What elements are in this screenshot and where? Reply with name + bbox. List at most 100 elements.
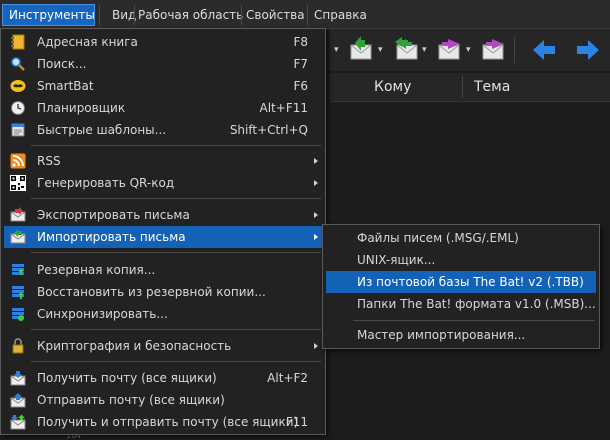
- get-all-mail-toolbar-icon[interactable]: [392, 36, 420, 64]
- menu-separator: [31, 361, 321, 362]
- menu-item-shortcut: F7: [293, 57, 308, 71]
- column-to[interactable]: Кому: [374, 73, 411, 101]
- menu-item-backup[interactable]: Резервная копия...: [4, 259, 322, 281]
- menu-item-get-send-mail[interactable]: Получить и отправить почту (все ящики) F…: [4, 411, 322, 433]
- toolbar-separator: [514, 37, 515, 63]
- dropdown-caret-icon[interactable]: ▾: [378, 45, 383, 55]
- menu-separator: [31, 329, 321, 330]
- arrow-right-icon[interactable]: [574, 36, 602, 64]
- menu-item-label: Адресная книга: [37, 35, 138, 49]
- scheduler-clock-icon: [11, 101, 25, 115]
- backup-icon: [12, 264, 24, 275]
- submenu-item-thebat-v1-msb[interactable]: Папки The Bat! формата v1.0 (.MSB)...: [326, 293, 596, 315]
- export-letters-icon: [10, 207, 26, 222]
- send-mail-toolbar-icon[interactable]: [436, 36, 464, 64]
- submenu-item-label: Папки The Bat! формата v1.0 (.MSB)...: [357, 297, 596, 311]
- restore-backup-icon: [12, 286, 24, 299]
- menu-item-search[interactable]: Поиск... F7: [4, 53, 322, 75]
- get-mail-toolbar-icon[interactable]: [348, 36, 376, 64]
- menu-item-crypto-security[interactable]: Криптография и безопасность: [4, 335, 322, 357]
- smartbat-icon: [10, 80, 26, 92]
- arrow-left-icon[interactable]: [530, 36, 558, 64]
- message-list-header: Кому Тема: [330, 73, 610, 102]
- submenu-arrow-icon: [314, 234, 318, 240]
- menu-item-label: Планировщик: [37, 101, 126, 115]
- get-mail-icon: [10, 371, 26, 386]
- import-letters-submenu: Файлы писем (.MSG/.EML) UNIX-ящик... Из …: [322, 224, 600, 349]
- address-book-icon: [11, 34, 25, 50]
- quick-templates-icon: [11, 123, 25, 137]
- dropdown-caret-icon[interactable]: ▾: [466, 45, 471, 55]
- menu-item-sync[interactable]: Синхронизировать...: [4, 303, 322, 325]
- menu-item-shortcut: Shift+Ctrl+Q: [229, 123, 308, 137]
- dropdown-caret-icon[interactable]: ▾: [422, 45, 427, 55]
- column-divider[interactable]: [462, 76, 463, 98]
- submenu-item-label: Файлы писем (.MSG/.EML): [357, 231, 519, 245]
- menu-item-shortcut: Alt+F11: [259, 101, 308, 115]
- send-queued-toolbar-icon[interactable]: [480, 36, 508, 64]
- menu-separator: [31, 252, 321, 253]
- menu-item-get-mail[interactable]: Получить почту (все ящики) Alt+F2: [4, 367, 322, 389]
- menu-workspace[interactable]: Рабочая область: [132, 4, 249, 26]
- dropdown-caret-icon[interactable]: ▾: [334, 45, 339, 55]
- menu-item-label: Поиск...: [37, 57, 87, 71]
- menu-item-label: Резервная копия...: [37, 263, 156, 277]
- menu-item-label: Получить почту (все ящики): [37, 371, 217, 385]
- submenu-arrow-icon: [314, 343, 318, 349]
- submenu-item-import-wizard[interactable]: Мастер импортирования...: [326, 324, 596, 346]
- menu-item-label: RSS: [37, 154, 61, 168]
- submenu-item-unix-mailbox[interactable]: UNIX-ящик...: [326, 249, 596, 271]
- menu-item-label: Восстановить из резервной копии...: [37, 285, 266, 299]
- menubar: Инструменты Вид Рабочая область Свойства…: [0, 0, 610, 29]
- tools-menu: Адресная книга F8 Поиск... F7 SmartBat F…: [0, 28, 326, 435]
- submenu-item-label: UNIX-ящик...: [357, 253, 436, 267]
- toolbar: ▾ ▾ ▾ ▾: [330, 29, 610, 71]
- submenu-item-label: Из почтовой базы The Bat! v2 (.TBB): [357, 275, 584, 289]
- submenu-arrow-icon: [314, 180, 318, 186]
- menu-tools[interactable]: Инструменты: [2, 4, 95, 26]
- column-subject[interactable]: Тема: [474, 73, 510, 101]
- menu-item-address-book[interactable]: Адресная книга F8: [4, 31, 322, 53]
- send-mail-icon: [10, 393, 26, 408]
- import-letters-icon: [10, 229, 26, 244]
- menu-item-scheduler[interactable]: Планировщик Alt+F11: [4, 97, 322, 119]
- menu-item-smartbat[interactable]: SmartBat F6: [4, 75, 322, 97]
- submenu-item-label: Мастер импортирования...: [357, 328, 526, 342]
- rss-icon: [10, 153, 26, 169]
- menu-item-label: Импортировать письма: [37, 230, 186, 244]
- menu-item-restore-backup[interactable]: Восстановить из резервной копии...: [4, 281, 322, 303]
- menu-separator: [31, 198, 321, 199]
- menubar-separator: [99, 5, 100, 25]
- menu-item-quick-templates[interactable]: Быстрые шаблоны... Shift+Ctrl+Q: [4, 119, 322, 141]
- menu-item-shortcut: F8: [293, 35, 308, 49]
- menu-item-shortcut: F11: [285, 415, 308, 429]
- submenu-arrow-icon: [314, 212, 318, 218]
- crypto-lock-icon: [12, 338, 24, 354]
- sync-icon: [12, 308, 24, 321]
- menu-item-label: Криптография и безопасность: [37, 339, 232, 353]
- menu-item-shortcut: Alt+F2: [267, 371, 308, 385]
- menu-item-label: SmartBat: [37, 79, 94, 93]
- submenu-item-msg-eml-files[interactable]: Файлы писем (.MSG/.EML): [326, 227, 596, 249]
- menu-item-label: Быстрые шаблоны...: [37, 123, 167, 137]
- menu-item-qr-code[interactable]: Генерировать QR-код: [4, 172, 322, 194]
- submenu-separator: [353, 320, 595, 321]
- menu-item-export-letters[interactable]: Экспортировать письма: [4, 204, 322, 226]
- search-icon: [11, 57, 25, 71]
- menu-item-label: Генерировать QR-код: [37, 176, 175, 190]
- submenu-item-thebat-v2-tbb[interactable]: Из почтовой базы The Bat! v2 (.TBB): [326, 271, 596, 293]
- menu-item-label: Экспортировать письма: [37, 208, 190, 222]
- get-send-mail-icon: [10, 414, 26, 430]
- menu-properties[interactable]: Свойства: [240, 4, 311, 26]
- menu-separator: [31, 145, 321, 146]
- qr-code-icon: [10, 175, 26, 191]
- menu-item-shortcut: F6: [293, 79, 308, 93]
- menu-item-send-mail[interactable]: Отправить почту (все ящики): [4, 389, 322, 411]
- menu-item-label: Отправить почту (все ящики): [37, 393, 225, 407]
- menu-item-import-letters[interactable]: Импортировать письма: [4, 226, 322, 248]
- menu-item-rss[interactable]: RSS: [4, 150, 322, 172]
- menu-item-label: Получить и отправить почту (все ящики): [37, 415, 299, 429]
- submenu-arrow-icon: [314, 158, 318, 164]
- menu-item-label: Синхронизировать...: [37, 307, 168, 321]
- menu-help[interactable]: Справка: [308, 4, 373, 26]
